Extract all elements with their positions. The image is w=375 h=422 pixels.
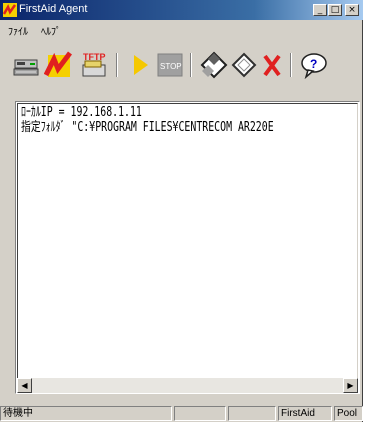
status-mode: Pool — [334, 406, 363, 421]
stop-icon[interactable]: STOP — [156, 51, 184, 79]
menu-bar: ﾌｧｲﾙ ﾍﾙﾌﾟ — [0, 21, 363, 38]
menu-help[interactable]: ﾍﾙﾌﾟ — [41, 23, 61, 38]
firstaid-app-icon — [3, 3, 17, 17]
red-x-icon[interactable] — [258, 51, 286, 79]
toolbar-separator — [116, 53, 118, 77]
tftp-label: TFTP — [83, 52, 106, 62]
close-button[interactable]: × — [345, 4, 359, 16]
play-icon[interactable] — [126, 51, 154, 79]
diamond-tiles-icon[interactable] — [200, 51, 228, 79]
help-label: ? — [310, 57, 317, 71]
window-title: FirstAid Agent — [19, 3, 88, 15]
toolbar-separator — [190, 53, 192, 77]
tftp-icon[interactable]: TFTP — [80, 51, 108, 79]
title-bar[interactable]: FirstAid Agent _ □ × — [0, 0, 363, 20]
log-line: ﾛｰｶﾙIP = 192.168.1.11 — [21, 105, 142, 120]
toolbar-separator — [290, 53, 292, 77]
clear-diamond-icon[interactable] — [230, 51, 258, 79]
status-state: 待機中 — [0, 406, 172, 421]
status-pane-empty — [174, 406, 226, 421]
status-app: FirstAid — [278, 406, 332, 421]
network-computer-icon[interactable] — [12, 51, 40, 79]
log-panel[interactable]: ﾛｰｶﾙIP = 192.168.1.11 指定ﾌｫﾙﾀﾞ "C:¥PROGRA… — [15, 101, 360, 394]
log-line: 指定ﾌｫﾙﾀﾞ "C:¥PROGRAM FILES¥CENTRECOM AR22… — [21, 120, 274, 135]
status-pane-empty — [228, 406, 276, 421]
horizontal-scrollbar[interactable]: ◀ ▶ — [17, 378, 358, 393]
stop-label: STOP — [160, 62, 182, 71]
firstaid-lightning-icon[interactable] — [44, 51, 72, 79]
toolbar: TFTP STOP ? — [0, 39, 363, 95]
maximize-button[interactable]: □ — [328, 4, 342, 16]
minimize-button[interactable]: _ — [313, 4, 327, 16]
menu-file[interactable]: ﾌｧｲﾙ — [8, 23, 28, 38]
app-window: FirstAid Agent _ □ × ﾌｧｲﾙ ﾍﾙﾌﾟ TFTP STOP… — [0, 0, 363, 422]
scroll-right-button[interactable]: ▶ — [343, 378, 358, 393]
log-content: ﾛｰｶﾙIP = 192.168.1.11 指定ﾌｫﾙﾀﾞ "C:¥PROGRA… — [17, 103, 358, 392]
status-bar: 待機中 FirstAid Pool — [0, 405, 363, 422]
help-balloon-icon[interactable]: ? — [300, 51, 328, 79]
scroll-left-button[interactable]: ◀ — [17, 378, 32, 393]
